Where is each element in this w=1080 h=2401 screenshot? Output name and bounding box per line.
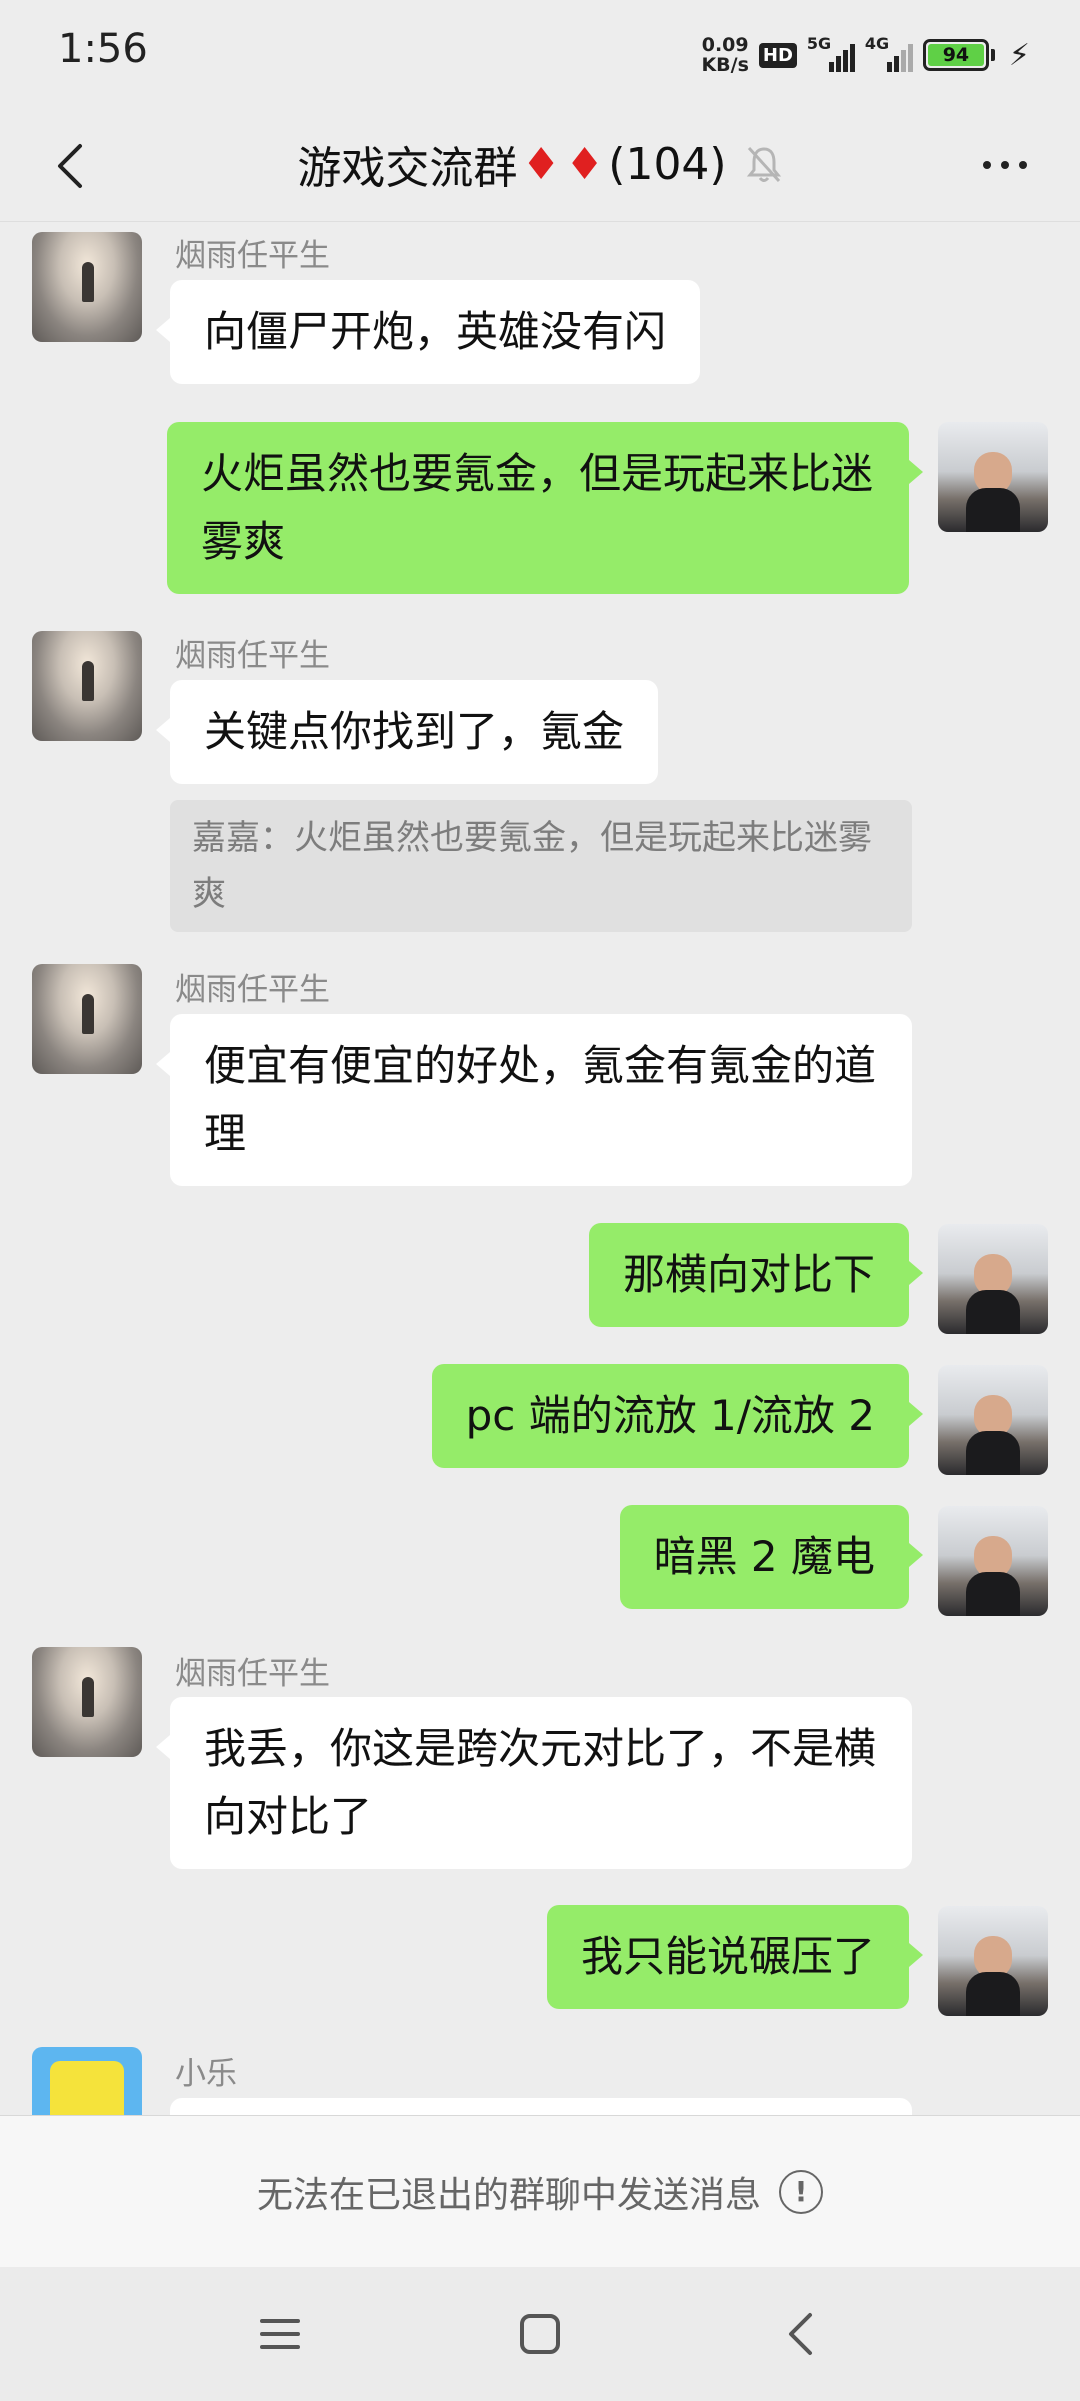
sender-name: 小乐 (175, 2056, 237, 2092)
avatar-yanyu[interactable] (32, 631, 142, 741)
message-bubble[interactable]: 便宜有便宜的好处，氪金有氪金的道理 (156, 1014, 912, 1186)
avatar-yanyu[interactable] (32, 964, 142, 1074)
status-icons: 0.09 KB/s HD 5G 4G 94 ⚡ (701, 30, 1030, 80)
more-options-button[interactable] (970, 140, 1040, 190)
avatar-me[interactable] (938, 1906, 1048, 2016)
avatar-xiaole[interactable] (32, 2047, 142, 2115)
system-nav-bar (0, 2267, 1080, 2401)
back-arrow-icon (789, 2313, 812, 2355)
more-dot (1001, 161, 1009, 169)
home-button[interactable] (510, 2304, 570, 2364)
quoted-message[interactable]: 嘉嘉：火炬虽然也要氪金，但是玩起来比迷雾爽 (170, 800, 912, 932)
more-dot (1019, 161, 1027, 169)
avatar-me[interactable] (938, 1224, 1048, 1334)
message-bubble-partial[interactable] (170, 2098, 912, 2115)
network-speed-unit: KB/s (701, 54, 749, 76)
message-bubble[interactable]: 火炬虽然也要氪金，但是玩起来比迷雾爽 (167, 422, 923, 594)
status-bar: 1:56 0.09 KB/s HD 5G 4G 94 ⚡ (0, 0, 1080, 110)
disabled-notice: 无法在已退出的群聊中发送消息 (256, 2174, 761, 2216)
recent-apps-button[interactable] (250, 2304, 310, 2364)
hd-voice-icon: HD (758, 42, 797, 68)
message-bubble[interactable]: 关键点你找到了，氪金 (155, 680, 659, 784)
network-speed-value: 0.09 (701, 34, 749, 56)
signal-4g-icon: 4G (865, 34, 913, 72)
member-count: (104) (608, 138, 727, 190)
message-bubble[interactable]: 向僵尸开炮，英雄没有闪 (155, 280, 701, 384)
home-square-icon (520, 2314, 560, 2354)
back-nav-button[interactable] (770, 2304, 830, 2364)
battery-level: 94 (927, 44, 984, 66)
avatar-me[interactable] (938, 1365, 1048, 1475)
avatar-yanyu[interactable] (32, 232, 142, 342)
sender-name: 烟雨任平生 (175, 238, 330, 274)
sender-name: 烟雨任平生 (175, 638, 330, 674)
info-icon[interactable]: ! (779, 2169, 823, 2214)
message-bubble[interactable]: 那横向对比下 (588, 1223, 924, 1327)
menu-icon (260, 2319, 300, 2349)
sender-name: 烟雨任平生 (175, 972, 330, 1008)
message-list[interactable]: 烟雨任平生 向僵尸开炮，英雄没有闪 火炬虽然也要氪金，但是玩起来比迷雾爽 烟雨任… (0, 222, 1080, 2115)
charging-icon: ⚡ (1008, 37, 1030, 73)
group-name: 游戏交流群 (297, 143, 518, 194)
diamond-emoji-2: ♦ (564, 138, 605, 190)
message-bubble[interactable]: 我只能说碾压了 (546, 1905, 924, 2009)
diamond-emoji-1: ♦ (521, 138, 561, 190)
battery-icon: 94 (922, 39, 995, 71)
avatar-me[interactable] (938, 1506, 1048, 1616)
chat-title: 游戏交流群 ♦ ♦ (104) (0, 132, 1080, 196)
more-dot (983, 161, 991, 169)
message-bubble[interactable]: pc 端的流放 1/流放 2 (431, 1364, 924, 1468)
chat-header: 游戏交流群 ♦ ♦ (104) (0, 110, 1080, 222)
status-time: 1:56 (58, 26, 148, 72)
signal-5g-icon: 5G (807, 34, 855, 72)
signal-5g-label: 5G (806, 34, 832, 53)
avatar-yanyu[interactable] (32, 1647, 142, 1757)
avatar-me[interactable] (938, 422, 1048, 532)
network-speed: 0.09 KB/s (701, 35, 748, 75)
signal-4g-label: 4G (864, 34, 890, 53)
disabled-input-bar: 无法在已退出的群聊中发送消息 ! (0, 2115, 1080, 2267)
message-bubble[interactable]: 暗黑 2 魔电 (619, 1505, 924, 1609)
message-bubble[interactable]: 我丢，你这是跨次元对比了，不是横向对比了 (156, 1697, 912, 1869)
mute-bell-icon (745, 144, 783, 184)
sender-name: 烟雨任平生 (175, 1656, 330, 1692)
